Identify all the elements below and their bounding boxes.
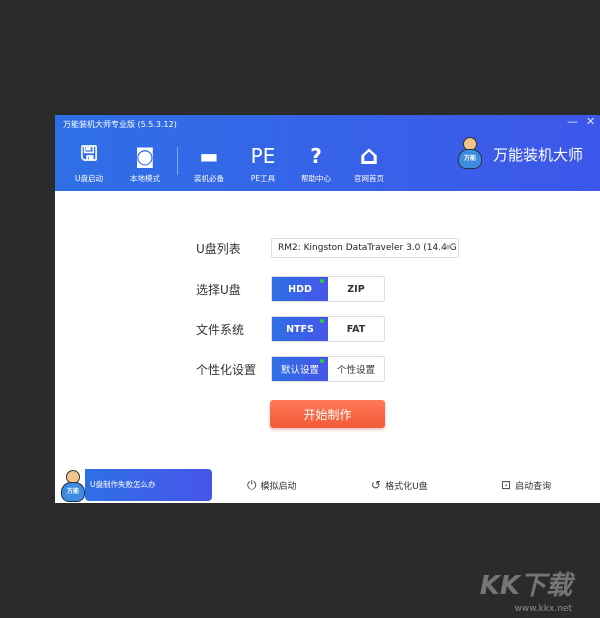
option-fat[interactable]: FAT [328, 317, 384, 341]
search-doc-icon: ⊡ [501, 478, 512, 492]
custom-settings-label: 个性化设置 [196, 362, 257, 377]
option-ntfs[interactable]: NTFS [272, 317, 328, 341]
mascot-icon: 万能 [58, 470, 88, 504]
footer: U盘制作失败怎么办 万能 ⏻ 模拟启动 ↺ 格式化U盘 ⊡ 启动查询 [55, 468, 600, 503]
nav-help-center[interactable]: ? 帮助中心 [291, 143, 341, 184]
simulate-label: 模拟启动 [260, 482, 297, 492]
minimize-button[interactable]: — [567, 115, 578, 128]
option-zip[interactable]: ZIP [328, 277, 384, 301]
nav-pe-tools[interactable]: PE PE工具 [238, 143, 288, 184]
local-disk-icon: ◙ [135, 144, 155, 168]
usb-drive-icon: 🖫 [80, 141, 98, 165]
nav-label: 帮助中心 [301, 174, 331, 183]
filesystem-row: 文件系统 NTFS FAT [196, 316, 385, 342]
usb-list-row: U盘列表 RM2: Kingston DataTraveler 3.0 (14.… [196, 238, 459, 258]
filesystem-label: 文件系统 [196, 322, 245, 337]
home-icon: ⌂ [359, 141, 379, 171]
nav-label: PE工具 [250, 174, 276, 183]
watermark-url: www.kkx.net [514, 604, 573, 614]
usb-mode-toggle: HDD ZIP [271, 276, 385, 302]
window-title: 万能装机大师专业版 (5.5.3.12) [63, 120, 177, 129]
settings-toggle: 默认设置 个性设置 [271, 356, 385, 382]
monitor-icon: ▬ [199, 144, 219, 168]
nav-usb-boot[interactable]: 🖫 U盘启动 [64, 141, 114, 184]
brand-name: 万能装机大师 [493, 145, 584, 164]
watermark: KK下载 [479, 571, 572, 601]
select-usb-label: 选择U盘 [196, 282, 241, 297]
nav-divider [177, 147, 178, 175]
custom-settings-row: 个性化设置 默认设置 个性设置 [196, 356, 385, 382]
history-icon: ↺ [371, 478, 382, 492]
nav-label: 本地模式 [130, 174, 160, 183]
close-button[interactable]: ✕ [586, 115, 595, 128]
query-label: 启动查询 [515, 481, 552, 492]
app-window: 万能装机大师专业版 (5.5.3.12) — ✕ 🖫 U盘启动 ◙ 本地模式 ▬ 装机… [55, 115, 600, 503]
simulate-boot-button[interactable]: ⏻ 模拟启动 [247, 478, 297, 493]
header: 万能装机大师专业版 (5.5.3.12) — ✕ 🖫 U盘启动 ◙ 本地模式 ▬ 装机… [55, 115, 600, 191]
nav-label: 官网首页 [354, 174, 384, 183]
option-custom[interactable]: 个性设置 [328, 357, 384, 381]
select-usb-row: 选择U盘 HDD ZIP [196, 276, 385, 302]
pe-icon: PE [250, 144, 276, 168]
mascot-icon: 万能 [455, 137, 485, 171]
usb-list-label: U盘列表 [196, 241, 241, 256]
start-button[interactable]: 开始制作 [270, 400, 385, 428]
format-usb-button[interactable]: ↺ 格式化U盘 [371, 478, 428, 492]
brand-logo: 万能 万能装机大师 [455, 137, 583, 171]
boot-query-button[interactable]: ⊡ 启动查询 [501, 478, 551, 492]
nav-local-mode[interactable]: ◙ 本地模式 [120, 143, 170, 184]
option-default[interactable]: 默认设置 [272, 357, 328, 381]
filesystem-toggle: NTFS FAT [271, 316, 385, 342]
help-link[interactable]: U盘制作失败怎么办 [85, 469, 212, 501]
format-label: 格式化U盘 [385, 481, 428, 492]
option-hdd[interactable]: HDD [272, 277, 328, 301]
help-icon: ? [310, 144, 322, 168]
usb-list-value: RM2: Kingston DataTraveler 3.0 (14.4 G [278, 243, 457, 253]
power-icon: ⏻ [247, 478, 257, 492]
nav-label: U盘启动 [75, 174, 103, 183]
nav-label: 装机必备 [194, 174, 224, 183]
nav-homepage[interactable]: ⌂ 官网首页 [344, 141, 394, 184]
nav-essentials[interactable]: ▬ 装机必备 [184, 143, 234, 184]
chevron-down-icon [444, 245, 452, 250]
main-panel: U盘列表 RM2: Kingston DataTraveler 3.0 (14.… [55, 191, 600, 468]
usb-list-select[interactable]: RM2: Kingston DataTraveler 3.0 (14.4 G [271, 238, 459, 258]
